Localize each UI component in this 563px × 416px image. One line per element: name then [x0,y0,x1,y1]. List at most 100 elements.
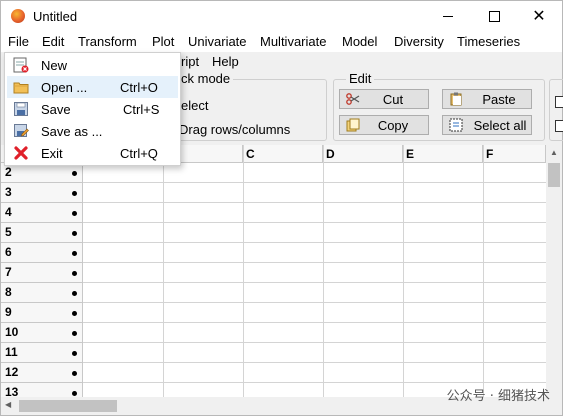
row-marker-dot-icon [72,391,77,396]
row-marker-dot-icon [72,191,77,196]
menu-timeseries[interactable]: Timeseries [457,34,520,49]
row-number: 7 [5,265,12,279]
row-number: 6 [5,245,12,259]
menu-multivariate[interactable]: Multivariate [260,34,326,49]
row-header[interactable]: 2 [1,163,83,183]
horizontal-scroll-thumb[interactable] [19,400,117,412]
row-marker-dot-icon [72,271,77,276]
spreadsheet-grid[interactable]: C D E F 2 3 4 5 6 7 8 9 10 11 12 13 [1,145,546,397]
menu-bar: File Edit Transform Plot Univariate Mult… [1,31,562,52]
grid-line [83,282,546,283]
vertical-scrollbar[interactable]: ▲ [546,145,562,397]
extra-checkbox-1[interactable] [555,96,563,108]
row-marker-dot-icon [72,351,77,356]
window-title: Untitled [33,9,78,24]
column-header-d[interactable]: D [323,145,403,163]
scroll-up-arrow-icon[interactable]: ▲ [550,148,558,157]
row-header[interactable]: 11 [1,343,83,363]
row-header[interactable]: 6 [1,243,83,263]
drag-rows-columns-radio-label[interactable]: Drag rows/columns [179,122,290,137]
row-header[interactable]: 4 [1,203,83,223]
row-marker-dot-icon [72,311,77,316]
row-marker-dot-icon [72,331,77,336]
paste-button[interactable]: Paste [442,89,532,109]
row-header[interactable]: 3 [1,183,83,203]
menu-model[interactable]: Model [342,34,377,49]
menu-file[interactable]: File [8,34,29,49]
menu-help[interactable]: Help [212,54,239,69]
copy-label: Copy [377,117,409,133]
cut-label: Cut [382,91,404,107]
row-number: 13 [5,385,19,397]
grid-line [83,182,546,183]
row-marker-dot-icon [72,231,77,236]
new-file-icon [13,57,29,73]
row-number: 4 [5,205,12,219]
select-all-label: Select all [473,117,527,133]
scroll-left-arrow-icon[interactable]: ◀ [5,400,11,409]
row-number: 8 [5,285,12,299]
file-menu-exit-shortcut: Ctrl+Q [120,146,158,161]
clipboard-icon [450,92,462,106]
file-menu-new-label: New [41,58,68,73]
extra-checkbox-2[interactable] [555,120,563,132]
row-marker-dot-icon [72,371,77,376]
file-menu-save-as-label: Save as ... [41,124,103,139]
file-menu-save-as[interactable]: Save as ... [7,120,178,142]
menu-edit[interactable]: Edit [42,34,64,49]
menu-script[interactable]: ript [181,54,199,69]
menu-univariate[interactable]: Univariate [188,34,247,49]
file-menu-dropdown: New Open ... Ctrl+O Save Ctrl+S Save as … [4,52,181,166]
column-header-e[interactable]: E [403,145,483,163]
watermark-text: 公众号 · 细猪技术 [446,389,550,404]
row-header[interactable]: 10 [1,323,83,343]
row-marker-dot-icon [72,251,77,256]
file-menu-open[interactable]: Open ... Ctrl+O [7,76,178,98]
column-header-c[interactable]: C [243,145,323,163]
edit-group-title: Edit [346,71,375,86]
file-menu-exit[interactable]: Exit Ctrl+Q [7,142,178,164]
file-menu-open-shortcut: Ctrl+O [120,80,158,95]
row-header[interactable]: 5 [1,223,83,243]
grid-line [83,302,546,303]
scissors-icon [346,93,360,105]
row-header[interactable]: 8 [1,283,83,303]
maximize-button[interactable] [471,1,517,31]
column-header-f[interactable]: F [483,145,546,163]
save-as-icon [14,124,29,137]
row-marker-dot-icon [72,171,77,176]
row-number: 11 [5,345,18,359]
row-number: 2 [5,165,12,179]
vertical-scroll-thumb[interactable] [548,163,560,187]
file-menu-new[interactable]: New [7,54,178,76]
select-all-icon [449,118,463,132]
grid-line [83,202,546,203]
row-header[interactable]: 9 [1,303,83,323]
grid-line [83,242,546,243]
menu-plot[interactable]: Plot [152,34,174,49]
row-number: 5 [5,225,12,239]
file-menu-save-shortcut: Ctrl+S [123,102,160,117]
file-menu-save[interactable]: Save Ctrl+S [7,98,178,120]
paste-label: Paste [482,91,516,107]
cut-button[interactable]: Cut [339,89,429,109]
app-window: Untitled ✕ File Edit Transform Plot Univ… [0,0,563,416]
row-header[interactable]: 7 [1,263,83,283]
copy-icon [346,118,360,132]
select-mode-radio-label[interactable]: elect [181,98,208,113]
row-marker-dot-icon [72,291,77,296]
menu-diversity[interactable]: Diversity [394,34,444,49]
title-bar: Untitled ✕ [1,1,562,31]
copy-button[interactable]: Copy [339,115,429,135]
floppy-icon [14,102,28,116]
menu-transform[interactable]: Transform [78,34,137,49]
select-all-button[interactable]: Select all [442,115,532,135]
file-menu-exit-label: Exit [41,146,63,161]
file-menu-save-label: Save [41,102,71,117]
minimize-button[interactable] [425,1,471,31]
file-menu-open-label: Open ... [41,80,88,95]
row-header[interactable]: 13 [1,383,83,397]
row-number: 10 [5,325,19,339]
close-button[interactable]: ✕ [516,1,562,31]
row-header[interactable]: 12 [1,363,83,383]
